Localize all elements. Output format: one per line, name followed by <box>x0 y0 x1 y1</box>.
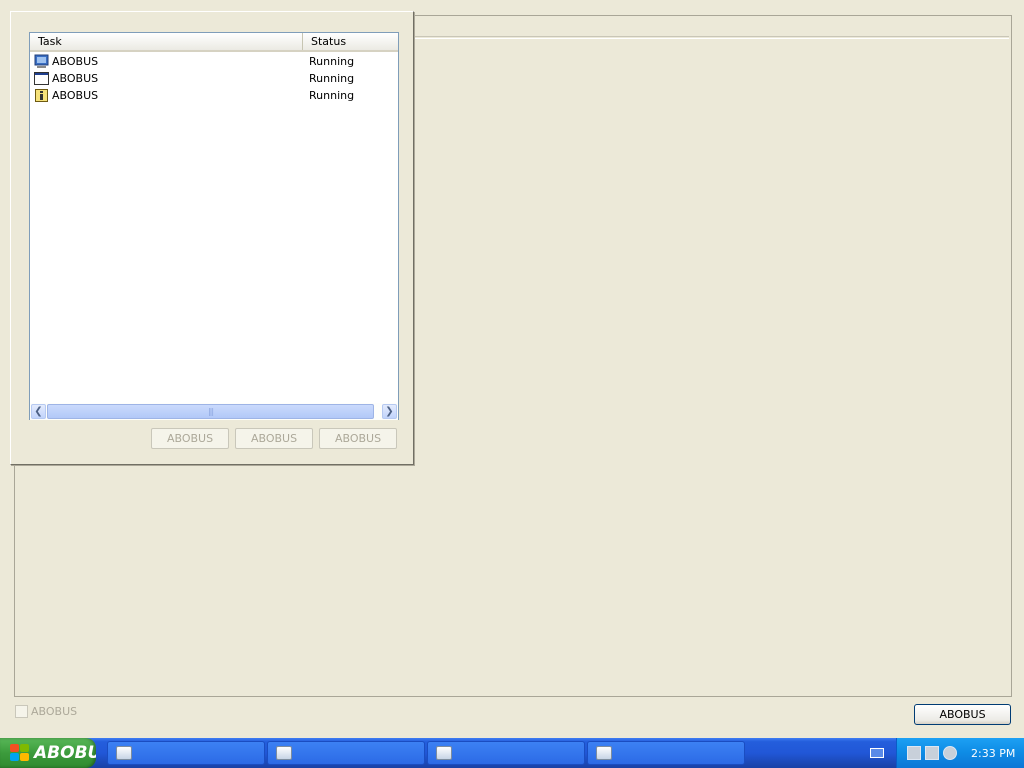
column-header-task[interactable]: Task <box>30 33 303 50</box>
task-list[interactable]: Task Status ABOBUS Running ABOBUS Runnin… <box>29 32 399 420</box>
window-icon <box>276 746 292 760</box>
task-status: Running <box>309 55 355 68</box>
column-header-status[interactable]: Status <box>303 33 398 50</box>
panel-button-2[interactable]: ABOBUS <box>235 428 313 449</box>
computer-icon <box>34 54 49 69</box>
task-row[interactable]: ABOBUS Running <box>30 53 398 70</box>
task-name: ABOBUS <box>52 72 99 85</box>
panel-button-1[interactable]: ABOBUS <box>151 428 229 449</box>
taskbar-item[interactable] <box>587 741 745 765</box>
taskbar-item[interactable] <box>267 741 425 765</box>
panel-button-3[interactable]: ABOBUS <box>319 428 397 449</box>
taskbar-item[interactable] <box>107 741 265 765</box>
window-icon <box>34 71 49 86</box>
task-name: ABOBUS <box>52 55 99 68</box>
scroll-thumb[interactable]: ||| <box>47 404 374 419</box>
scroll-grip-icon: ||| <box>207 407 214 416</box>
tray-network-icon[interactable] <box>943 746 957 760</box>
task-status: Running <box>309 72 355 85</box>
list-header: Task Status <box>30 33 398 52</box>
info-icon <box>34 88 49 103</box>
scroll-right-icon[interactable]: ❯ <box>382 404 397 419</box>
computer-icon <box>596 746 612 760</box>
windows-logo-icon <box>10 744 30 762</box>
task-name: ABOBUS <box>52 89 99 102</box>
system-tray: 2:33 PM <box>896 738 1024 768</box>
main-action-button[interactable]: ABOBUS <box>914 704 1011 725</box>
tab-separator <box>413 36 1009 39</box>
checkbox-box[interactable] <box>15 704 28 718</box>
task-status: Running <box>309 89 355 102</box>
start-button[interactable]: ABOBUS <box>0 738 96 768</box>
task-row[interactable]: ABOBUS Running <box>30 87 398 104</box>
clock[interactable]: 2:33 PM <box>971 747 1015 760</box>
desktop: ABOBUS ABOBUS Task Status ABOBUS Running… <box>0 0 1024 738</box>
taskbar-item[interactable] <box>427 741 585 765</box>
horizontal-scrollbar[interactable]: ❮ ||| ❯ <box>30 403 398 420</box>
tray-app-icon[interactable] <box>907 746 921 760</box>
keyboard-icon[interactable] <box>870 748 884 758</box>
task-rows: ABOBUS Running ABOBUS Running ABOBUS Run… <box>30 53 398 104</box>
bottom-checkbox[interactable]: ABOBUS <box>15 704 77 718</box>
scroll-left-icon[interactable]: ❮ <box>31 404 46 419</box>
task-panel: Task Status ABOBUS Running ABOBUS Runnin… <box>10 11 414 465</box>
computer-icon <box>436 746 452 760</box>
task-row[interactable]: ABOBUS Running <box>30 70 398 87</box>
folder-icon <box>116 746 132 760</box>
start-label: ABOBUS <box>34 743 96 763</box>
checkbox-label: ABOBUS <box>31 704 78 718</box>
tray-app-icon[interactable] <box>925 746 939 760</box>
